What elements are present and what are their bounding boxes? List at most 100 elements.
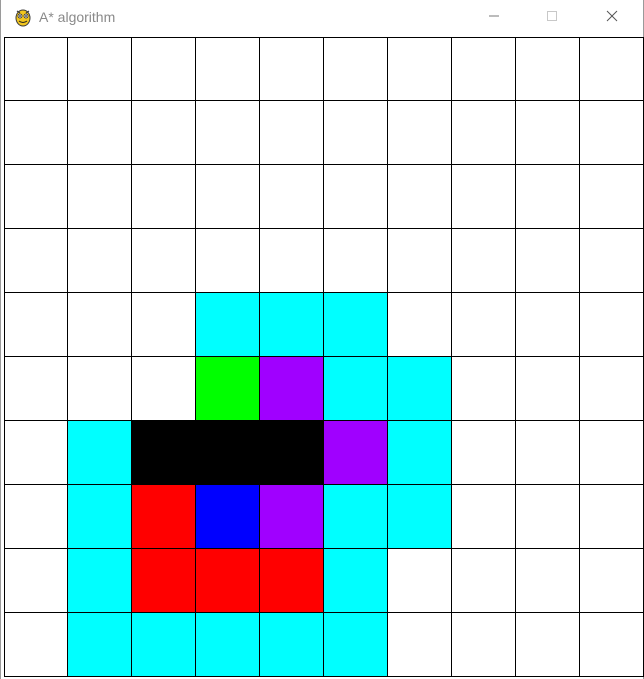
grid-cell-empty[interactable]: [452, 357, 516, 421]
grid-cell-empty[interactable]: [516, 37, 580, 101]
grid-cell-empty[interactable]: [580, 165, 644, 229]
grid-cell-empty[interactable]: [324, 37, 388, 101]
grid-cell-open[interactable]: [196, 613, 260, 677]
maximize-button[interactable]: [529, 0, 575, 36]
grid-cell-empty[interactable]: [260, 101, 324, 165]
grid-cell-closed[interactable]: [260, 357, 324, 421]
grid-cell-open[interactable]: [260, 293, 324, 357]
grid-cell-open[interactable]: [324, 613, 388, 677]
grid-cell-empty[interactable]: [516, 229, 580, 293]
grid-cell-open[interactable]: [132, 613, 196, 677]
grid-cell-open[interactable]: [388, 485, 452, 549]
grid-cell-empty[interactable]: [260, 229, 324, 293]
grid-cell-open[interactable]: [260, 613, 324, 677]
grid-cell-empty[interactable]: [452, 293, 516, 357]
grid-cell-empty[interactable]: [516, 485, 580, 549]
grid-cell-empty[interactable]: [4, 37, 68, 101]
grid-cell-open[interactable]: [324, 549, 388, 613]
grid-cell-empty[interactable]: [132, 229, 196, 293]
grid-cell-empty[interactable]: [132, 357, 196, 421]
grid-cell-empty[interactable]: [516, 165, 580, 229]
grid-cell-empty[interactable]: [4, 421, 68, 485]
grid-cell-empty[interactable]: [68, 229, 132, 293]
grid-cell-empty[interactable]: [516, 293, 580, 357]
grid-cell-empty[interactable]: [388, 37, 452, 101]
grid-cell-open[interactable]: [324, 485, 388, 549]
grid-cell-open[interactable]: [388, 421, 452, 485]
grid-cell-empty[interactable]: [68, 165, 132, 229]
grid-cell-open[interactable]: [324, 357, 388, 421]
grid-cell-empty[interactable]: [388, 101, 452, 165]
grid-cell-empty[interactable]: [452, 37, 516, 101]
grid-cell-empty[interactable]: [4, 101, 68, 165]
grid-cell-empty[interactable]: [580, 357, 644, 421]
minimize-button[interactable]: [471, 0, 517, 36]
grid-cell-empty[interactable]: [4, 613, 68, 677]
grid-cell-empty[interactable]: [4, 485, 68, 549]
grid-cell-empty[interactable]: [516, 357, 580, 421]
grid-cell-closed[interactable]: [324, 421, 388, 485]
grid-cell-empty[interactable]: [388, 229, 452, 293]
grid-cell-empty[interactable]: [4, 165, 68, 229]
title-bar[interactable]: A* algorithm: [1, 0, 643, 36]
grid-cell-empty[interactable]: [132, 101, 196, 165]
grid-cell-empty[interactable]: [68, 293, 132, 357]
grid-cell-empty[interactable]: [196, 229, 260, 293]
grid-cell-open[interactable]: [388, 357, 452, 421]
grid-cell-empty[interactable]: [452, 229, 516, 293]
grid-cell-path[interactable]: [132, 485, 196, 549]
grid-cell-open[interactable]: [68, 485, 132, 549]
grid-cell-empty[interactable]: [452, 485, 516, 549]
grid-cell-empty[interactable]: [452, 101, 516, 165]
grid-cell-empty[interactable]: [388, 293, 452, 357]
grid-cell-empty[interactable]: [4, 293, 68, 357]
grid-cell-empty[interactable]: [452, 613, 516, 677]
pathfinding-grid[interactable]: [4, 37, 644, 677]
grid-cell-empty[interactable]: [4, 549, 68, 613]
grid-cell-empty[interactable]: [324, 229, 388, 293]
grid-cell-empty[interactable]: [324, 101, 388, 165]
grid-cell-empty[interactable]: [580, 293, 644, 357]
grid-cell-empty[interactable]: [580, 613, 644, 677]
grid-cell-empty[interactable]: [68, 37, 132, 101]
grid-cell-empty[interactable]: [580, 421, 644, 485]
close-button[interactable]: [589, 0, 635, 36]
grid-cell-empty[interactable]: [580, 101, 644, 165]
grid-cell-barrier[interactable]: [196, 421, 260, 485]
grid-cell-open[interactable]: [196, 293, 260, 357]
grid-cell-empty[interactable]: [4, 357, 68, 421]
grid-cell-empty[interactable]: [580, 549, 644, 613]
grid-cell-empty[interactable]: [452, 549, 516, 613]
grid-cell-open[interactable]: [68, 549, 132, 613]
grid-cell-open[interactable]: [324, 293, 388, 357]
grid-cell-end[interactable]: [196, 485, 260, 549]
grid-cell-empty[interactable]: [580, 229, 644, 293]
grid-cell-empty[interactable]: [388, 549, 452, 613]
grid-cell-empty[interactable]: [452, 421, 516, 485]
grid-cell-closed[interactable]: [260, 485, 324, 549]
grid-cell-empty[interactable]: [388, 613, 452, 677]
grid-cell-empty[interactable]: [580, 37, 644, 101]
grid-cell-empty[interactable]: [68, 357, 132, 421]
grid-cell-path[interactable]: [132, 549, 196, 613]
grid-cell-barrier[interactable]: [260, 421, 324, 485]
grid-cell-empty[interactable]: [516, 613, 580, 677]
grid-cell-empty[interactable]: [132, 37, 196, 101]
grid-cell-path[interactable]: [196, 549, 260, 613]
grid-cell-empty[interactable]: [196, 37, 260, 101]
grid-cell-empty[interactable]: [196, 101, 260, 165]
grid-cell-empty[interactable]: [516, 421, 580, 485]
grid-cell-barrier[interactable]: [132, 421, 196, 485]
grid-cell-empty[interactable]: [132, 293, 196, 357]
grid-cell-open[interactable]: [68, 613, 132, 677]
grid-cell-empty[interactable]: [68, 101, 132, 165]
grid-cell-empty[interactable]: [516, 549, 580, 613]
grid-cell-empty[interactable]: [260, 37, 324, 101]
grid-cell-path[interactable]: [260, 549, 324, 613]
grid-cell-empty[interactable]: [4, 229, 68, 293]
grid-cell-empty[interactable]: [260, 165, 324, 229]
grid-cell-empty[interactable]: [388, 165, 452, 229]
grid-cell-empty[interactable]: [324, 165, 388, 229]
grid-cell-empty[interactable]: [580, 485, 644, 549]
grid-cell-empty[interactable]: [132, 165, 196, 229]
